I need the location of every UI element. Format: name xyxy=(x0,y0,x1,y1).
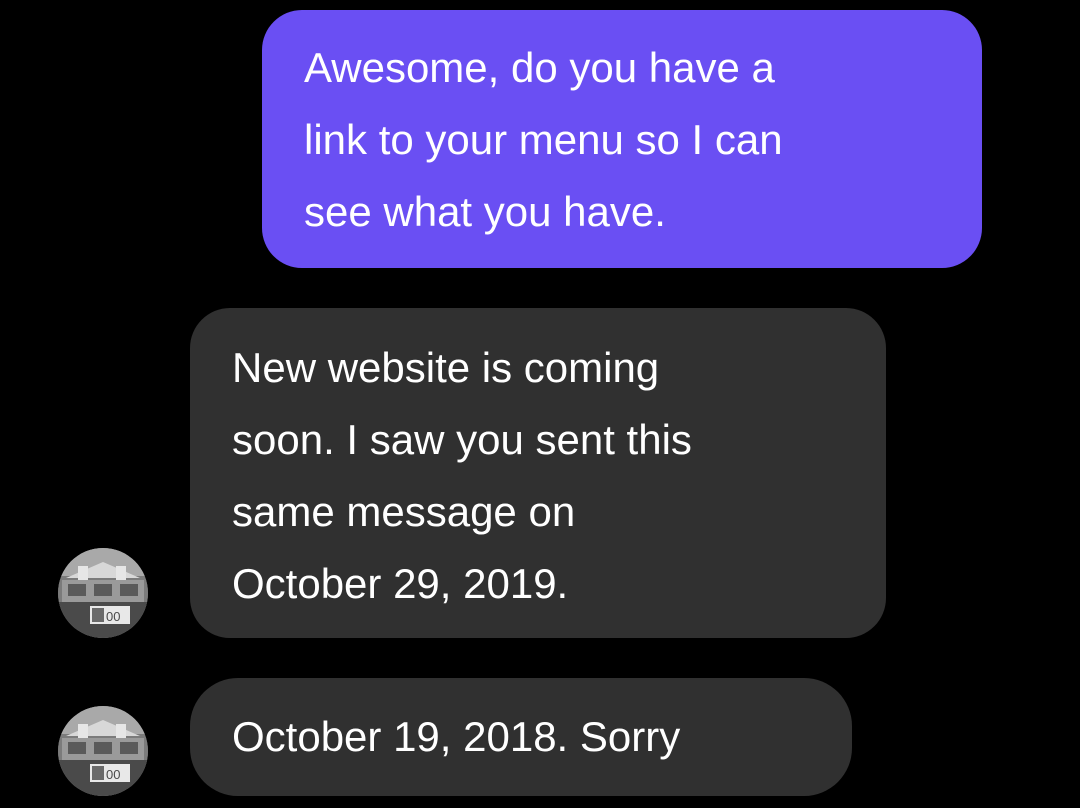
message-text-line: link to your menu so I can xyxy=(304,116,783,163)
sender-avatar[interactable]: 00 xyxy=(58,548,148,638)
message-text-line: Awesome, do you have a xyxy=(304,44,775,91)
received-message-bubble[interactable]: New website is coming soon. I saw you se… xyxy=(190,308,886,638)
sent-message-bubble[interactable]: Awesome, do you have a link to your menu… xyxy=(262,10,982,268)
storefront-photo-icon: 00 xyxy=(58,548,148,638)
avatar-sign-text: 00 xyxy=(106,609,120,624)
message-text-line: October 29, 2019. xyxy=(232,560,569,607)
storefront-photo-icon: 00 xyxy=(58,706,148,796)
received-message-bubble[interactable]: October 19, 2018. Sorry xyxy=(190,678,852,796)
message-text-line: New website is coming xyxy=(232,344,660,391)
message-text-line: see what you have. xyxy=(304,188,666,235)
message-text-line: same message on xyxy=(232,488,576,535)
message-text-line: soon. I saw you sent this xyxy=(232,416,692,463)
sender-avatar[interactable]: 00 xyxy=(58,706,148,796)
message-text-line: October 19, 2018. Sorry xyxy=(232,713,681,760)
avatar-sign-text: 00 xyxy=(106,767,120,782)
